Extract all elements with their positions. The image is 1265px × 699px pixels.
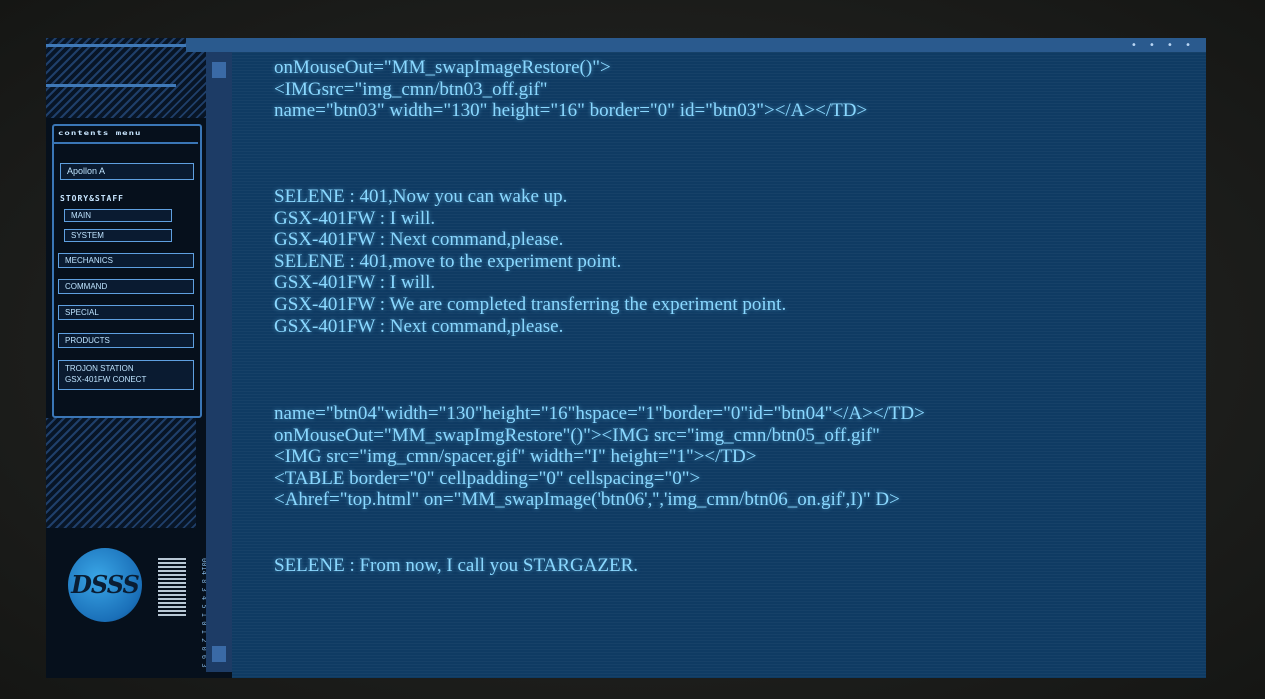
dialog-line: SELENE : From now, I call you STARGAZER.	[274, 555, 639, 576]
menu-item-products[interactable]: PRODUCTS	[58, 333, 194, 348]
scrollbar-track[interactable]	[206, 52, 232, 672]
logo-text: DSSS	[71, 570, 140, 599]
hatch-decoration-mid	[46, 418, 196, 528]
header-dots: • • • •	[1130, 40, 1194, 51]
dialog-line: SELENE : 401,move to the experiment poin…	[274, 251, 622, 272]
rail-decoration	[46, 44, 196, 47]
menu-item-command[interactable]: COMMAND	[58, 279, 194, 294]
code-line: onMouseOut="MM_swapImageRestore()">	[274, 57, 611, 78]
dialog-line: GSX-401FW : Next command,please.	[274, 316, 564, 337]
code-display: onMouseOut="MM_swapImageRestore()"> <IMG…	[232, 52, 1206, 678]
sidebar: contents menu Apollon A STORY&STAFF MAIN…	[46, 38, 232, 678]
menu-item-mechanics[interactable]: MECHANICS	[58, 253, 194, 268]
menu-item-apollon[interactable]: Apollon A	[60, 163, 194, 180]
menu-item-main[interactable]: MAIN	[64, 209, 172, 222]
code-line: onMouseOut="MM_swapImgRestore"()"><IMG s…	[274, 425, 880, 446]
code-line: <IMG src="img_cmn/spacer.gif" width="I" …	[274, 446, 757, 467]
trojon-line-1: TROJON STATION	[65, 364, 134, 373]
dialog-line: GSX-401FW : I will.	[274, 208, 436, 229]
screen: contents menu Apollon A STORY&STAFF MAIN…	[46, 38, 1206, 678]
trojon-line-2: GSX-401FW CONECT	[65, 375, 147, 384]
scroll-down-button[interactable]	[212, 646, 226, 662]
code-line: name="btn03" width="130" height="16" bor…	[274, 100, 868, 121]
code-line: <IMGsrc="img_cmn/btn03_off.gif"	[274, 79, 548, 100]
dialog-line: GSX-401FW : We are completed transferrin…	[274, 294, 787, 315]
rail-decoration	[46, 84, 176, 87]
menu-item-system[interactable]: SYSTEM	[64, 229, 172, 242]
barcode-icon	[158, 558, 186, 618]
scroll-up-button[interactable]	[212, 62, 226, 78]
code-line: <Ahref="top.html" on="MM_swapImage('btn0…	[274, 489, 900, 510]
menu-group-story-staff: STORY&STAFF	[60, 194, 124, 203]
code-line: <TABLE border="0" cellpadding="0" cellsp…	[274, 468, 701, 489]
menu-divider	[54, 142, 198, 144]
dialog-line: GSX-401FW : Next command,please.	[274, 229, 564, 250]
menu-item-special[interactable]: SPECIAL	[58, 305, 194, 320]
contents-menu-title: contents menu	[58, 130, 142, 137]
menu-item-trojon-station[interactable]: TROJON STATION GSX-401FW CONECT	[58, 360, 194, 390]
dialog-line: SELENE : 401,Now you can wake up.	[274, 186, 568, 207]
code-line: name="btn04"width="130"height="16"hspace…	[274, 403, 925, 424]
dialog-line: GSX-401FW : I will.	[274, 272, 436, 293]
header-strip: • • • •	[186, 38, 1206, 52]
